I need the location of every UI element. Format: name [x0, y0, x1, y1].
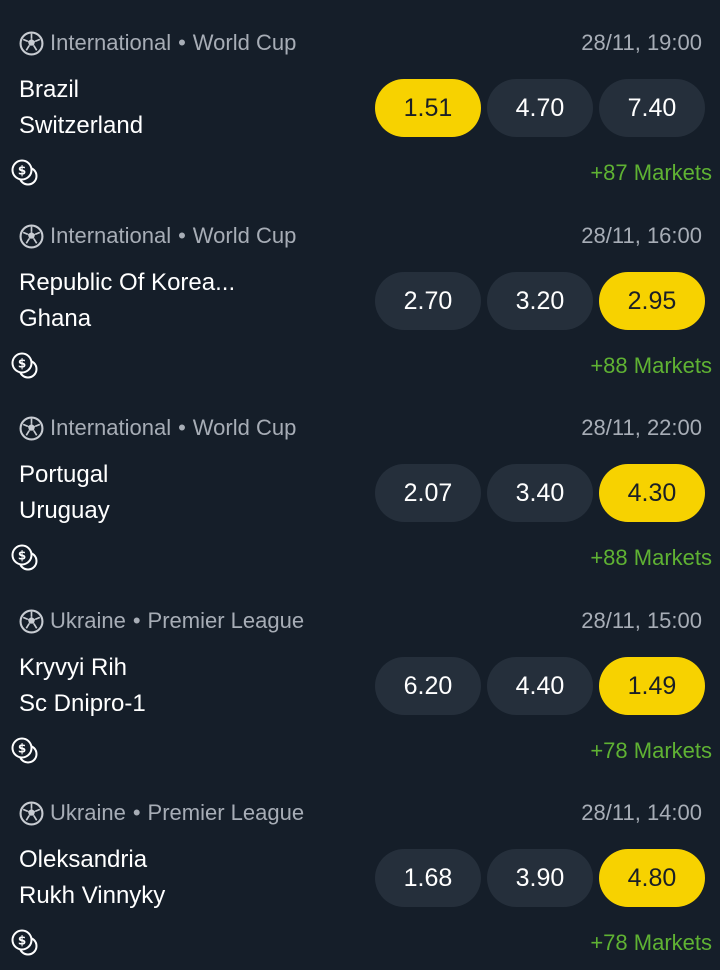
league-separator: •	[178, 30, 186, 55]
league-separator: •	[178, 415, 186, 440]
league-info: International • World Cup	[19, 223, 296, 249]
more-markets-link[interactable]: +78 Markets	[590, 930, 712, 956]
league-country: International	[50, 30, 172, 55]
home-team: Republic Of Korea...	[19, 269, 236, 296]
soccer-ball-icon	[19, 609, 44, 633]
odds-home-button[interactable]: 1.51	[375, 79, 481, 137]
cashout-coin-icon: $	[11, 737, 38, 764]
event-datetime: 28/11, 15:00	[581, 608, 702, 633]
league-country: International	[50, 223, 172, 248]
league-country: Ukraine	[50, 608, 126, 633]
event-datetime: 28/11, 22:00	[581, 415, 702, 440]
odds-away-button[interactable]: 1.49	[599, 657, 705, 715]
odds-away-button[interactable]: 4.30	[599, 464, 705, 522]
svg-text:$: $	[18, 357, 26, 371]
svg-text:$: $	[18, 164, 26, 178]
odds-home-button[interactable]: 6.20	[375, 657, 481, 715]
away-team: Ghana	[19, 305, 92, 332]
odds-draw-button[interactable]: 3.20	[487, 272, 593, 330]
home-team: Portugal	[19, 461, 109, 488]
league-separator: •	[132, 608, 141, 633]
odds-away-button[interactable]: 2.95	[599, 272, 705, 330]
away-team: Switzerland	[19, 112, 144, 139]
event-card[interactable]: Ukraine • Premier League 28/11, 14:00 Ol…	[0, 770, 720, 962]
odds-home-button[interactable]: 2.07	[375, 464, 481, 522]
home-team: Kryvyi Rih	[19, 654, 128, 681]
away-team: Uruguay	[19, 497, 110, 524]
league-info: Ukraine • Premier League	[19, 800, 304, 826]
more-markets-link[interactable]: +88 Markets	[590, 545, 712, 571]
odds-home-button[interactable]: 1.68	[375, 849, 481, 907]
league-separator: •	[132, 800, 141, 825]
away-team: Sc Dnipro-1	[19, 690, 146, 717]
odds-draw-button[interactable]: 4.40	[487, 657, 593, 715]
league-name: World Cup	[192, 30, 297, 55]
event-card[interactable]: International • World Cup 28/11, 16:00 R…	[0, 193, 720, 385]
event-list: International • World Cup 28/11, 19:00 B…	[0, 0, 720, 970]
league-info: International • World Cup	[19, 415, 296, 441]
league-name: World Cup	[192, 223, 297, 248]
event-card[interactable]: International • World Cup 28/11, 22:00 P…	[0, 385, 720, 577]
league-info: Ukraine • Premier League	[19, 608, 304, 634]
odds-away-button[interactable]: 7.40	[599, 79, 705, 137]
home-team: Brazil	[19, 76, 80, 103]
event-datetime: 28/11, 19:00	[581, 30, 702, 55]
odds-draw-button[interactable]: 3.90	[487, 849, 593, 907]
more-markets-link[interactable]: +87 Markets	[590, 160, 712, 186]
league-country: Ukraine	[50, 800, 126, 825]
odds-draw-button[interactable]: 4.70	[487, 79, 593, 137]
cashout-coin-icon: $	[11, 352, 38, 379]
league-name: Premier League	[147, 608, 305, 633]
svg-text:$: $	[18, 934, 26, 948]
event-card[interactable]: International • World Cup 28/11, 19:00 B…	[0, 0, 720, 192]
cashout-coin-icon: $	[11, 544, 38, 571]
soccer-ball-icon	[19, 31, 44, 55]
soccer-ball-icon	[19, 801, 44, 825]
league-info: International • World Cup	[19, 30, 296, 56]
soccer-ball-icon	[19, 416, 44, 440]
odds-draw-button[interactable]: 3.40	[487, 464, 593, 522]
event-datetime: 28/11, 14:00	[581, 800, 702, 825]
cashout-coin-icon: $	[11, 159, 38, 186]
away-team: Rukh Vinnyky	[19, 882, 166, 909]
league-separator: •	[178, 223, 186, 248]
odds-away-button[interactable]: 4.80	[599, 849, 705, 907]
soccer-ball-icon	[19, 224, 44, 248]
svg-text:$: $	[18, 549, 26, 563]
league-name: Premier League	[147, 800, 305, 825]
svg-text:$: $	[18, 742, 26, 756]
more-markets-link[interactable]: +78 Markets	[590, 738, 712, 764]
league-name: World Cup	[192, 415, 297, 440]
cashout-coin-icon: $	[11, 929, 38, 956]
odds-home-button[interactable]: 2.70	[375, 272, 481, 330]
event-card[interactable]: Ukraine • Premier League 28/11, 15:00 Kr…	[0, 578, 720, 770]
league-country: International	[50, 415, 172, 440]
home-team: Oleksandria	[19, 846, 148, 873]
event-datetime: 28/11, 16:00	[581, 223, 702, 248]
more-markets-link[interactable]: +88 Markets	[590, 353, 712, 379]
